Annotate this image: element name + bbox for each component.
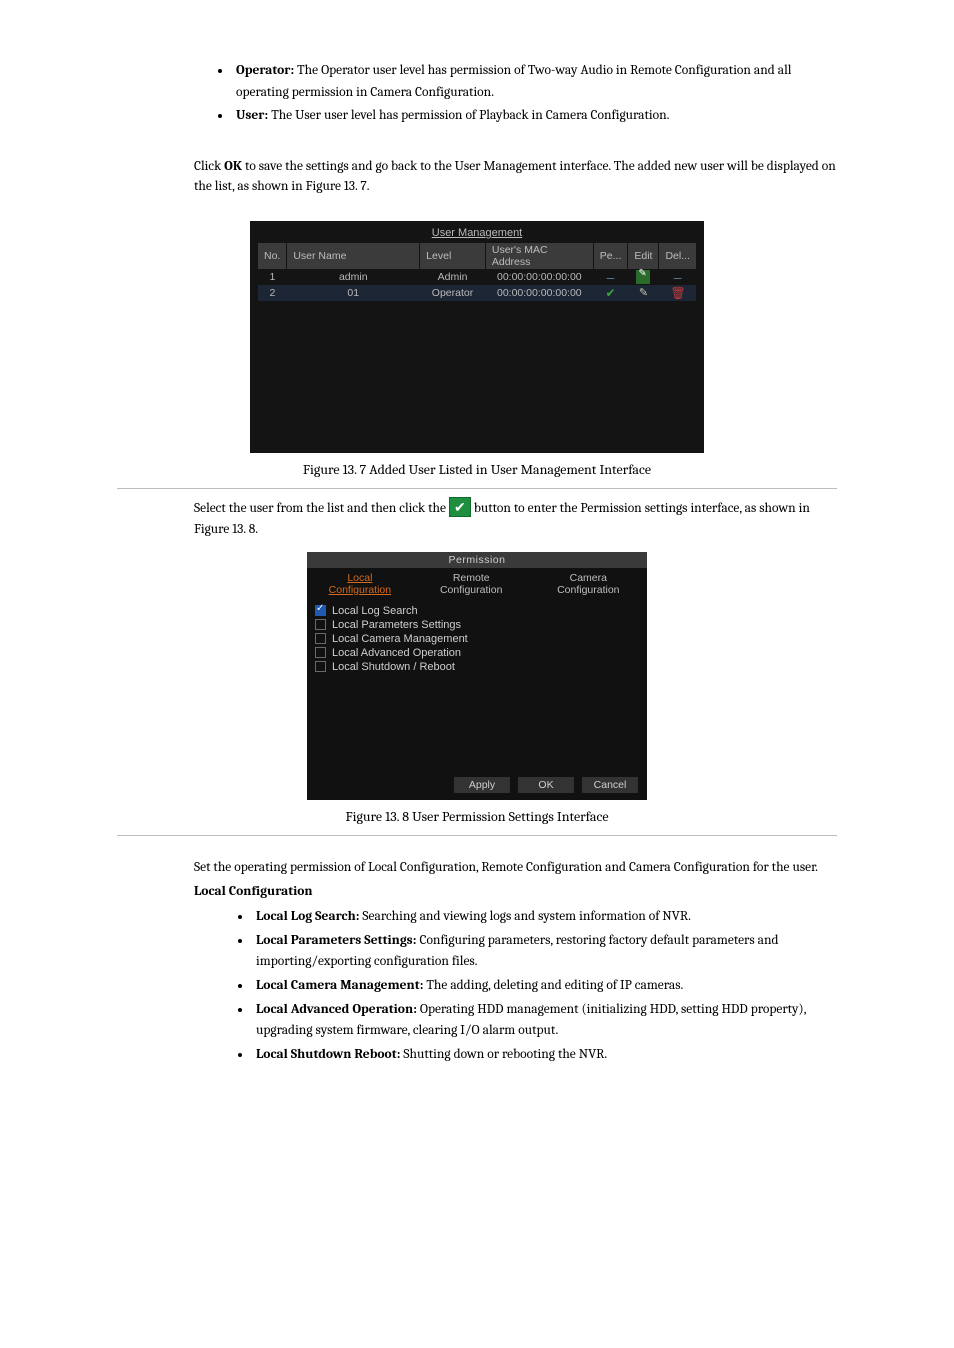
list-item: Local Parameters Settings: Configuring p…: [252, 930, 837, 973]
col-header-username[interactable]: User Name: [287, 243, 420, 269]
figure-13-7-caption: Figure 13. 7 Added User Listed in User M…: [117, 461, 837, 478]
checkbox-icon[interactable]: [315, 647, 326, 658]
perm-item-local-camera-mgmt[interactable]: Local Camera Management: [315, 632, 639, 646]
perm-item-local-parameters[interactable]: Local Parameters Settings: [315, 618, 639, 632]
figure-13-8-caption: Figure 13. 8 User Permission Settings In…: [117, 808, 837, 825]
permission-dialog-title: Permission: [307, 552, 647, 568]
table-empty-area: [258, 301, 696, 445]
edit-icon[interactable]: [636, 270, 650, 284]
col-header-edit[interactable]: Edit: [628, 243, 659, 269]
section-divider: [117, 835, 837, 836]
step-7-text: Set the operating permission of Local Co…: [194, 858, 837, 878]
list-item: Local Camera Management: The adding, del…: [252, 975, 837, 997]
list-item: Local Advanced Operation: Operating HDD …: [252, 999, 837, 1042]
operator-level-name: Operator:: [236, 63, 294, 78]
col-header-permission[interactable]: Pe...: [593, 243, 628, 269]
checkbox-icon[interactable]: [315, 605, 326, 616]
tab-remote-configuration[interactable]: Remote Configuration: [413, 568, 530, 600]
check-icon[interactable]: ✔: [604, 286, 618, 300]
checkbox-icon[interactable]: [315, 633, 326, 644]
tab-camera-configuration[interactable]: Camera Configuration: [530, 568, 647, 600]
user-level-name: User:: [236, 108, 268, 123]
perm-item-local-shutdown[interactable]: Local Shutdown / Reboot: [315, 660, 639, 674]
perm-item-local-advanced[interactable]: Local Advanced Operation: [315, 646, 639, 660]
col-header-no[interactable]: No.: [258, 243, 287, 269]
user-table: No. User Name Level User's MAC Address P…: [258, 243, 696, 445]
ok-button[interactable]: OK: [517, 776, 575, 794]
cancel-button[interactable]: Cancel: [581, 776, 639, 794]
table-row[interactable]: 2 01 Operator 00:00:00:00:00:00 ✔ ✎ 🗑: [258, 285, 696, 301]
operator-bullet-text: The Operator user level has permission o…: [236, 63, 791, 100]
dash-icon: –: [604, 270, 618, 284]
checkbox-icon[interactable]: [315, 619, 326, 630]
permission-icon[interactable]: ✔: [449, 497, 471, 517]
user-management-panel: User Management No. User Name Level User…: [250, 221, 704, 453]
perm-item-local-log-search[interactable]: Local Log Search: [315, 604, 639, 618]
user-management-title: User Management: [258, 227, 696, 239]
user-bullet-text: The User user level has permission of Pl…: [268, 108, 669, 123]
trash-icon[interactable]: 🗑: [670, 286, 684, 300]
checkbox-icon[interactable]: [315, 661, 326, 672]
tab-local-configuration[interactable]: Local Configuration: [307, 568, 413, 600]
table-row[interactable]: 1 admin Admin 00:00:00:00:00:00 – –: [258, 269, 696, 285]
col-header-level[interactable]: Level: [420, 243, 486, 269]
step-6-text: Select the user from the list and then c…: [194, 497, 837, 540]
ok-label: OK: [224, 159, 242, 174]
dash-icon: –: [670, 270, 684, 284]
local-configuration-heading: Local Configuration: [194, 882, 837, 902]
col-header-delete[interactable]: Del...: [659, 243, 696, 269]
permission-dialog: Permission Local Configuration Remote Co…: [307, 552, 647, 800]
section-divider: [117, 488, 837, 489]
step-5-text: Click OK to save the settings and go bac…: [194, 157, 837, 198]
list-item: Local Log Search: Searching and viewing …: [252, 906, 837, 928]
list-item: Local Shutdown Reboot: Shutting down or …: [252, 1044, 837, 1066]
apply-button[interactable]: Apply: [453, 776, 511, 794]
pencil-icon[interactable]: ✎: [636, 286, 650, 300]
col-header-mac[interactable]: User's MAC Address: [485, 243, 593, 269]
